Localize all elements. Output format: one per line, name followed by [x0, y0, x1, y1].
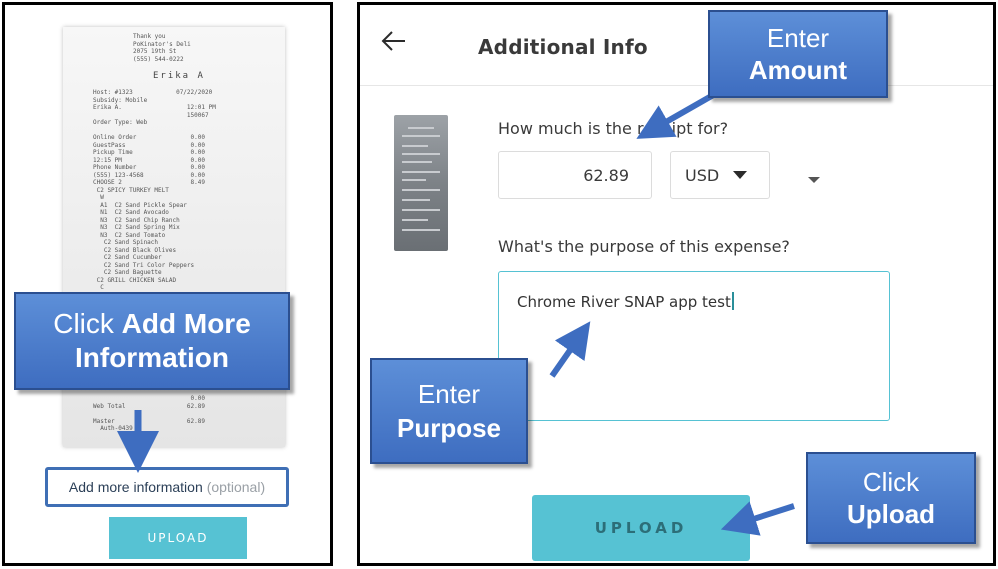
optional-label: (optional): [206, 479, 266, 495]
page-title: Additional Info: [478, 35, 648, 59]
callout-purpose-line2: Purpose: [396, 413, 502, 443]
callout-add-more-prefix: Click: [53, 308, 122, 339]
callout-click-add-more: Click Add More Information: [14, 292, 290, 390]
header-divider: [360, 85, 993, 86]
receipt-header-text: Thank you PoKinator's Deli 2075 19th St …: [133, 33, 191, 63]
purpose-textarea[interactable]: Chrome River SNAP app test: [498, 271, 890, 421]
receipt-body-text: Host: #1323 07/22/2020 Subsidy: Mobile E…: [93, 89, 216, 321]
dropdown-arrow-icon[interactable]: [808, 177, 820, 183]
callout-enter-purpose: Enter Purpose: [370, 358, 528, 464]
callout-amount-line2: Amount: [748, 55, 848, 85]
add-more-information-link[interactable]: Add more information (optional): [45, 467, 289, 507]
amount-value: 62.89: [583, 165, 629, 185]
callout-upload-line1: Click: [862, 467, 920, 497]
amount-question-label: How much is the receipt for?: [498, 119, 729, 138]
receipt-customer-name: Erika A: [153, 71, 205, 81]
purpose-value: Chrome River SNAP app test: [517, 293, 731, 311]
callout-purpose-line1: Enter: [417, 379, 481, 409]
chevron-down-icon: [733, 171, 748, 179]
amount-input[interactable]: 62.89: [498, 151, 652, 199]
upload-button[interactable]: UPLOAD: [109, 517, 247, 559]
back-arrow-icon[interactable]: [380, 27, 408, 55]
callout-amount-line1: Enter: [766, 23, 830, 53]
callout-add-more-line2: Information: [75, 342, 229, 373]
purpose-question-label: What's the purpose of this expense?: [498, 237, 790, 256]
upload-button[interactable]: UPLOAD: [532, 495, 750, 561]
add-more-label: Add more information: [68, 479, 203, 495]
callout-click-upload: Click Upload: [806, 452, 976, 544]
receipt-footer-text: 0.00 Web Total 62.89 Master 62.89 Auth-0…: [93, 395, 205, 432]
callout-enter-amount: Enter Amount: [708, 10, 888, 98]
callout-add-more-bold: Add More: [121, 308, 251, 339]
callout-upload-line2: Upload: [846, 499, 936, 529]
currency-value: USD: [685, 165, 720, 185]
receipt-preview-screen: Thank you PoKinator's Deli 2075 19th St …: [2, 2, 333, 566]
receipt-thumbnail[interactable]: [394, 115, 448, 251]
text-cursor: [731, 292, 734, 310]
currency-select[interactable]: USD: [670, 151, 770, 199]
